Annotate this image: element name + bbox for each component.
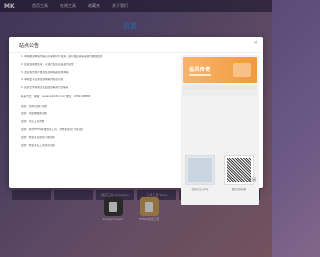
banner-title: 追风传奇 xyxy=(189,67,211,73)
update-line: 更新：修复主页工具展示问题 xyxy=(21,143,55,147)
divider xyxy=(9,52,263,53)
qr-caption: 微信扫码加群 xyxy=(231,188,247,191)
close-button[interactable]: 关闭 xyxy=(245,176,259,184)
modal-title: 站点公告 xyxy=(19,43,40,49)
update-line: 更新：添加收藏夹功能 xyxy=(21,112,47,116)
notice-line: 3. 欢迎各位用户推荐优质网站资源到本站 xyxy=(21,70,69,74)
contact-line: 联系方式：邮箱：nanaus@163.com 微信：1381148888 xyxy=(21,95,91,99)
announcement-modal: 站点公告 × 1. 本站收录网站均来自互联网公开资源，如有侵权请联系我们删除处理… xyxy=(9,37,263,205)
notice-line: 2. 如发现失效链接，可通过反馈页面进行提交 xyxy=(21,62,74,66)
promo-banner[interactable]: 追风传奇 xyxy=(183,57,257,83)
banner-illustration xyxy=(233,63,251,77)
promo-bar xyxy=(183,85,257,90)
announcement-content: 1. 本站收录网站均来自互联网公开资源，如有侵权请联系我们删除处理 2. 如发现… xyxy=(21,55,171,151)
qr-caption: 扫码关注公众号 xyxy=(191,188,209,191)
update-line: 更新：左侧导航栏调整 xyxy=(21,104,47,108)
update-line: 更新：主页工具调整 xyxy=(21,120,45,124)
update-line: 更新：修复主页搜索引擎切换 xyxy=(21,135,55,139)
banner-subtitle xyxy=(189,74,211,76)
qr-code-image xyxy=(185,155,215,185)
notice-line: 4. 本站会不定期更新网站内容及导航 xyxy=(21,78,64,82)
close-icon[interactable]: × xyxy=(254,41,258,46)
promo-bar xyxy=(183,91,257,96)
notice-line: 5. 如需合作请通过页面底部联系方式联系 xyxy=(21,86,69,90)
update-line: 更新：新增HTML在线预览工具，并修复部分已知问题 xyxy=(21,127,83,131)
notice-line: 1. 本站收录网站均来自互联网公开资源，如有侵权请联系我们删除处理 xyxy=(21,55,103,58)
